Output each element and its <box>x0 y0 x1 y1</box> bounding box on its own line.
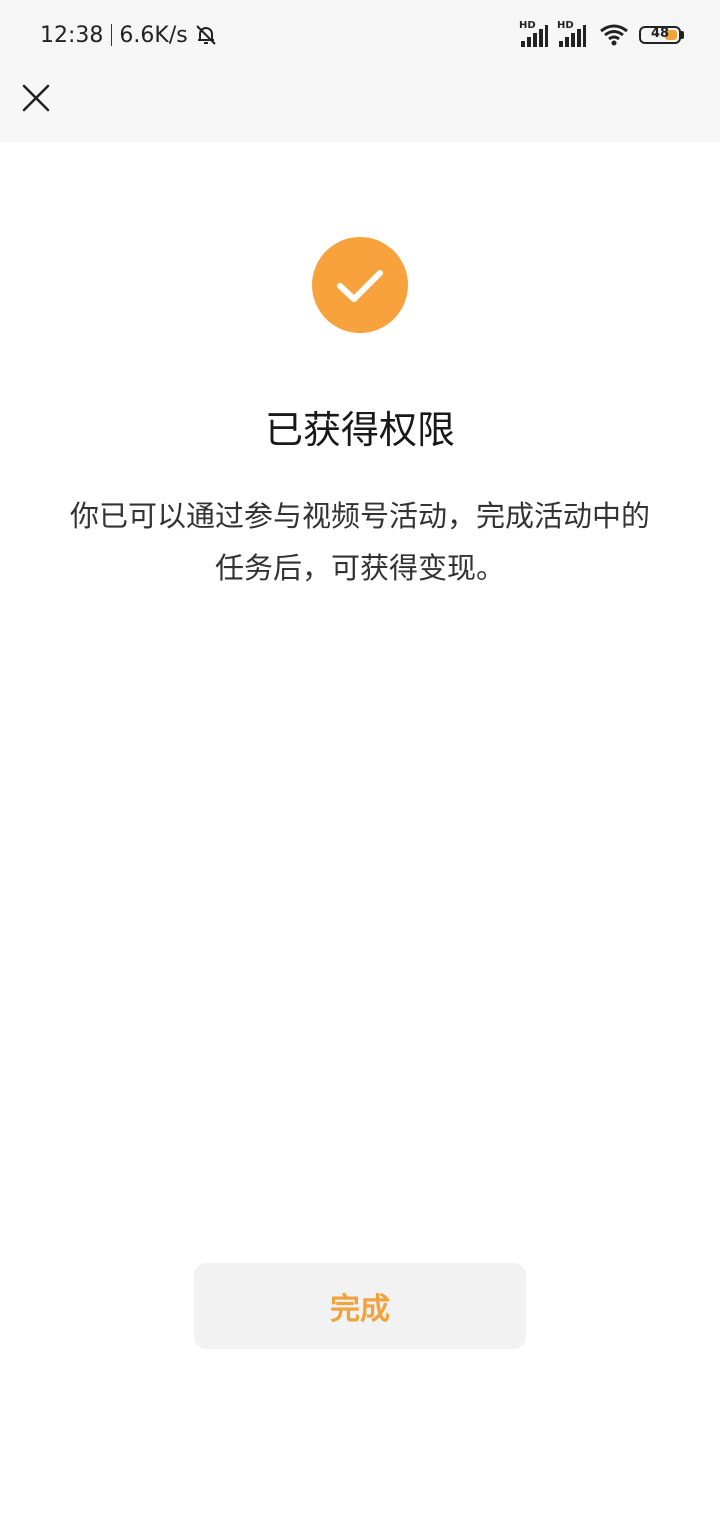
mute-bell-icon <box>194 23 218 47</box>
result-description: 你已可以通过参与视频号活动，完成活动中的任务后，可获得变现。 <box>69 499 650 585</box>
status-right: HD HD 48 <box>519 18 684 52</box>
signal-hd-label: HD <box>557 20 574 31</box>
page-title: 已获得权限 <box>264 408 455 452</box>
signal-hd-label: HD <box>519 20 536 31</box>
status-time: 12:38 <box>40 22 104 48</box>
status-separator <box>111 24 113 46</box>
wifi-icon <box>599 23 629 47</box>
status-bar: 12:38 6.6K/s HD HD 48 <box>0 0 720 70</box>
battery-tip <box>681 31 684 39</box>
close-icon <box>22 84 50 112</box>
network-speed: 6.6K/s <box>119 22 188 48</box>
nav-bar <box>0 70 720 142</box>
status-left: 12:38 6.6K/s <box>40 18 218 52</box>
signal-icon: HD <box>557 20 587 48</box>
battery-icon: 48 <box>639 26 681 44</box>
check-circle-icon <box>312 237 408 333</box>
checkmark-icon <box>337 270 383 302</box>
signal-icon: HD <box>519 20 549 48</box>
done-button[interactable]: 完成 <box>194 1263 526 1349</box>
battery-level: 48 <box>650 26 670 41</box>
close-button[interactable] <box>18 80 54 116</box>
